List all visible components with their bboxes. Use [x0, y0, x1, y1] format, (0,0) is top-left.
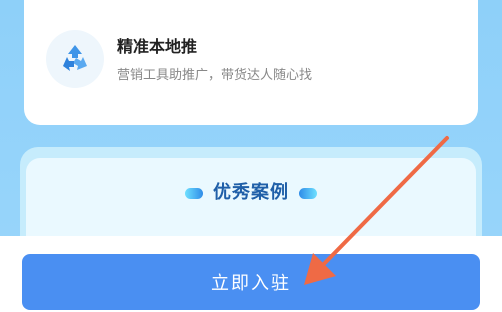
join-now-button[interactable]: 立即入驻 [22, 254, 480, 310]
decorative-pill-left-icon [185, 187, 203, 199]
decorative-pill-right-icon [299, 187, 317, 199]
feature-item-partial: · · · · · · · · · · · [50, 0, 380, 8]
recycle-arrows-icon [46, 30, 104, 88]
section-title: 优秀案例 [213, 182, 289, 203]
feature-title: 精准本地推 [117, 37, 198, 56]
section-heading: 优秀案例 [0, 178, 502, 204]
feature-description: 营销工具助推广，带货达人随心找 [117, 68, 313, 83]
